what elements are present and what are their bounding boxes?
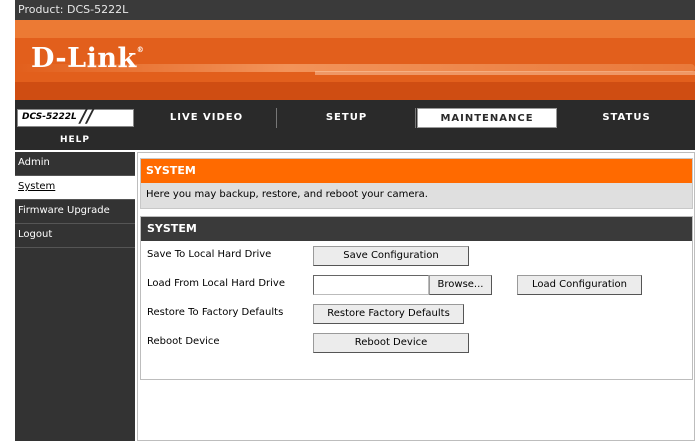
sidebar-item-firmware-upgrade[interactable]: Firmware Upgrade — [15, 200, 135, 224]
system-section: SYSTEM Save To Local Hard Drive Save Con… — [140, 216, 693, 380]
reboot-label: Reboot Device — [147, 336, 220, 347]
intro-title: SYSTEM — [141, 159, 692, 183]
load-label: Load From Local Hard Drive — [147, 278, 285, 289]
dlink-logo: D-Link® — [31, 43, 144, 74]
brand-banner: D-Link® — [15, 20, 695, 100]
restore-label: Restore To Factory Defaults — [147, 307, 284, 318]
slash-decoration-icon: // — [80, 106, 94, 127]
tab-maintenance[interactable]: MAINTENANCE — [417, 108, 557, 128]
sidebar-item-admin[interactable]: Admin — [15, 152, 135, 176]
model-badge: DCS-5222L // — [17, 106, 134, 127]
product-label: Product: DCS-5222L — [18, 3, 129, 16]
reboot-row: Reboot Device Reboot Device — [147, 333, 687, 355]
config-file-input[interactable] — [313, 275, 429, 295]
tab-status[interactable]: STATUS — [558, 108, 695, 128]
tab-help[interactable]: HELP — [15, 132, 135, 148]
reboot-device-button[interactable]: Reboot Device — [313, 333, 469, 353]
product-bar: Product: DCS-5222L — [15, 0, 695, 20]
page: Product: DCS-5222L D-Link® DCS-5222L // … — [15, 0, 695, 441]
save-row: Save To Local Hard Drive Save Configurat… — [147, 246, 687, 268]
load-row: Load From Local Hard Drive Browse... Loa… — [147, 275, 687, 297]
restore-row: Restore To Factory Defaults Restore Fact… — [147, 304, 687, 326]
tab-live-video[interactable]: LIVE VIDEO — [137, 108, 277, 128]
registered-mark: ® — [136, 45, 145, 54]
intro-section: SYSTEM Here you may backup, restore, and… — [140, 158, 693, 209]
banner-stripe — [15, 82, 695, 100]
browse-button[interactable]: Browse... — [429, 275, 492, 295]
logo-text: D-Link — [31, 43, 137, 74]
sidebar-item-system[interactable]: System — [15, 176, 135, 200]
sidebar: Admin System Firmware Upgrade Logout — [15, 152, 135, 441]
intro-description: Here you may backup, restore, and reboot… — [146, 189, 428, 200]
save-configuration-button[interactable]: Save Configuration — [313, 246, 469, 266]
banner-stripe — [15, 20, 695, 38]
load-configuration-button[interactable]: Load Configuration — [517, 275, 642, 295]
model-label: DCS-5222L — [22, 112, 77, 122]
banner-swoosh — [315, 71, 695, 75]
main-content: SYSTEM Here you may backup, restore, and… — [137, 152, 695, 441]
top-navigation: DCS-5222L // LIVE VIDEO SETUP MAINTENANC… — [15, 100, 695, 150]
restore-factory-defaults-button[interactable]: Restore Factory Defaults — [313, 304, 464, 324]
save-label: Save To Local Hard Drive — [147, 249, 272, 260]
tab-setup[interactable]: SETUP — [278, 108, 416, 128]
sidebar-item-logout[interactable]: Logout — [15, 224, 135, 248]
system-title: SYSTEM — [141, 217, 692, 241]
